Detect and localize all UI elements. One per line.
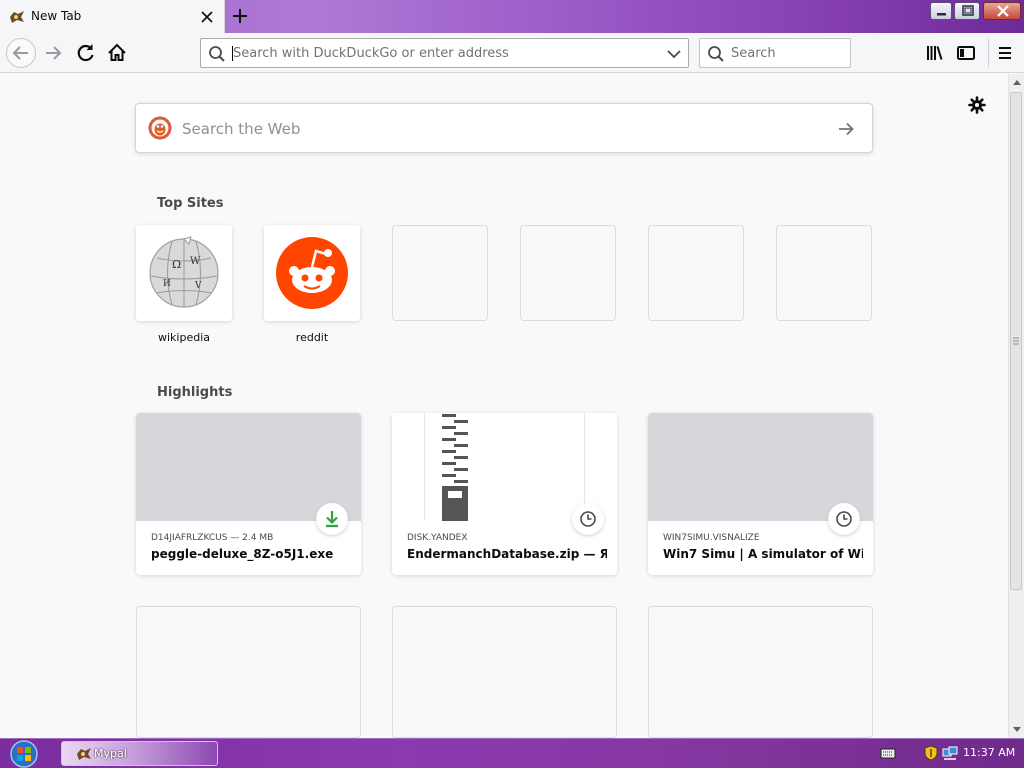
scroll-down-arrow-icon[interactable] bbox=[1012, 726, 1022, 734]
gear-icon[interactable] bbox=[967, 95, 987, 115]
mypal-app-icon bbox=[76, 746, 92, 762]
hamburger-menu-icon[interactable] bbox=[991, 39, 1019, 67]
top-site-empty-slot[interactable] bbox=[392, 225, 488, 321]
web-search-input[interactable]: Search the Web bbox=[182, 120, 300, 138]
search-bar[interactable]: Search bbox=[699, 38, 851, 68]
highlight-empty-slot bbox=[392, 606, 617, 738]
tab-title: New Tab bbox=[31, 9, 82, 23]
clock-icon bbox=[572, 503, 604, 535]
card-title: EndermanchDatabase.zip — Янд... bbox=[407, 547, 607, 561]
scrollbar-thumb[interactable] bbox=[1010, 92, 1022, 590]
highlight-card[interactable]: WIN7SIMU.VISNALIZE Win7 Simu | A simulat… bbox=[648, 413, 873, 575]
top-site-wikipedia[interactable]: Ω W И V bbox=[136, 225, 232, 321]
network-icon[interactable] bbox=[942, 745, 958, 761]
mypal-favicon-icon bbox=[9, 9, 25, 25]
svg-text:W: W bbox=[190, 256, 201, 267]
security-shield-icon[interactable] bbox=[924, 745, 938, 761]
address-input[interactable]: Search with DuckDuckGo or enter address bbox=[233, 46, 509, 61]
svg-text:И: И bbox=[163, 279, 171, 289]
highlight-card[interactable]: D14JIAFRLZKCUS — 2.4 MB peggle-deluxe_8Z… bbox=[136, 413, 361, 575]
top-site-empty-slot[interactable] bbox=[776, 225, 872, 321]
card-context: DISK.YANDEX bbox=[407, 533, 468, 543]
back-button[interactable] bbox=[6, 38, 36, 68]
arrow-right-icon[interactable] bbox=[836, 119, 856, 139]
svg-text:Ω: Ω bbox=[172, 258, 181, 271]
top-site-reddit[interactable] bbox=[264, 225, 360, 321]
highlight-card[interactable]: DISK.YANDEX EndermanchDatabase.zip — Янд… bbox=[392, 413, 617, 575]
card-title: Win7 Simu | A simulator of Wind... bbox=[663, 547, 863, 561]
scroll-up-arrow-icon[interactable] bbox=[1012, 78, 1022, 86]
library-icon[interactable] bbox=[921, 39, 949, 67]
home-icon[interactable] bbox=[103, 39, 131, 67]
highlights-heading: Highlights bbox=[157, 385, 233, 400]
top-sites-heading: Top Sites bbox=[157, 196, 224, 211]
card-context: WIN7SIMU.VISNALIZE bbox=[663, 533, 760, 543]
top-site-empty-slot[interactable] bbox=[520, 225, 616, 321]
search-icon bbox=[707, 45, 725, 63]
sidebar-toggle-icon[interactable] bbox=[952, 39, 980, 67]
keyboard-icon[interactable] bbox=[880, 746, 896, 760]
search-input[interactable]: Search bbox=[731, 46, 776, 61]
maximize-button[interactable] bbox=[954, 2, 980, 20]
clock-icon bbox=[828, 503, 860, 535]
taskbar-app-label: Mypal bbox=[94, 747, 127, 760]
toolbar-separator bbox=[988, 39, 989, 67]
chevron-down-icon[interactable] bbox=[665, 45, 683, 63]
new-tab-plus-icon[interactable] bbox=[230, 6, 250, 26]
duckduckgo-logo-icon bbox=[148, 116, 172, 140]
tab-new-tab[interactable]: New Tab bbox=[0, 0, 225, 33]
reload-icon[interactable] bbox=[72, 39, 100, 67]
taskbar-clock: 11:37 AM bbox=[963, 746, 1016, 759]
reddit-icon bbox=[276, 237, 348, 309]
top-site-empty-slot[interactable] bbox=[648, 225, 744, 321]
card-title: peggle-deluxe_8Z-o5J1.exe bbox=[151, 547, 334, 561]
text-caret bbox=[232, 46, 233, 61]
close-tab-icon[interactable] bbox=[199, 9, 215, 25]
highlight-empty-slot bbox=[648, 606, 873, 738]
download-icon bbox=[316, 503, 348, 535]
wikipedia-globe-icon: Ω W И V bbox=[145, 234, 223, 312]
start-button[interactable] bbox=[6, 739, 42, 768]
address-bar[interactable]: Search with DuckDuckGo or enter address bbox=[200, 38, 689, 68]
web-search-box[interactable]: Search the Web bbox=[135, 103, 873, 153]
forward-arrow-icon[interactable] bbox=[40, 39, 68, 67]
close-window-button[interactable] bbox=[983, 2, 1021, 20]
highlight-empty-slot bbox=[136, 606, 361, 738]
minimize-button[interactable] bbox=[930, 2, 952, 20]
top-site-label: wikipedia bbox=[157, 331, 210, 344]
search-icon bbox=[208, 45, 226, 63]
card-context: D14JIAFRLZKCUS — 2.4 MB bbox=[151, 533, 274, 543]
svg-text:V: V bbox=[194, 281, 202, 291]
top-site-label: reddit bbox=[295, 331, 329, 344]
taskbar-app-mypal[interactable]: Mypal bbox=[61, 741, 218, 766]
